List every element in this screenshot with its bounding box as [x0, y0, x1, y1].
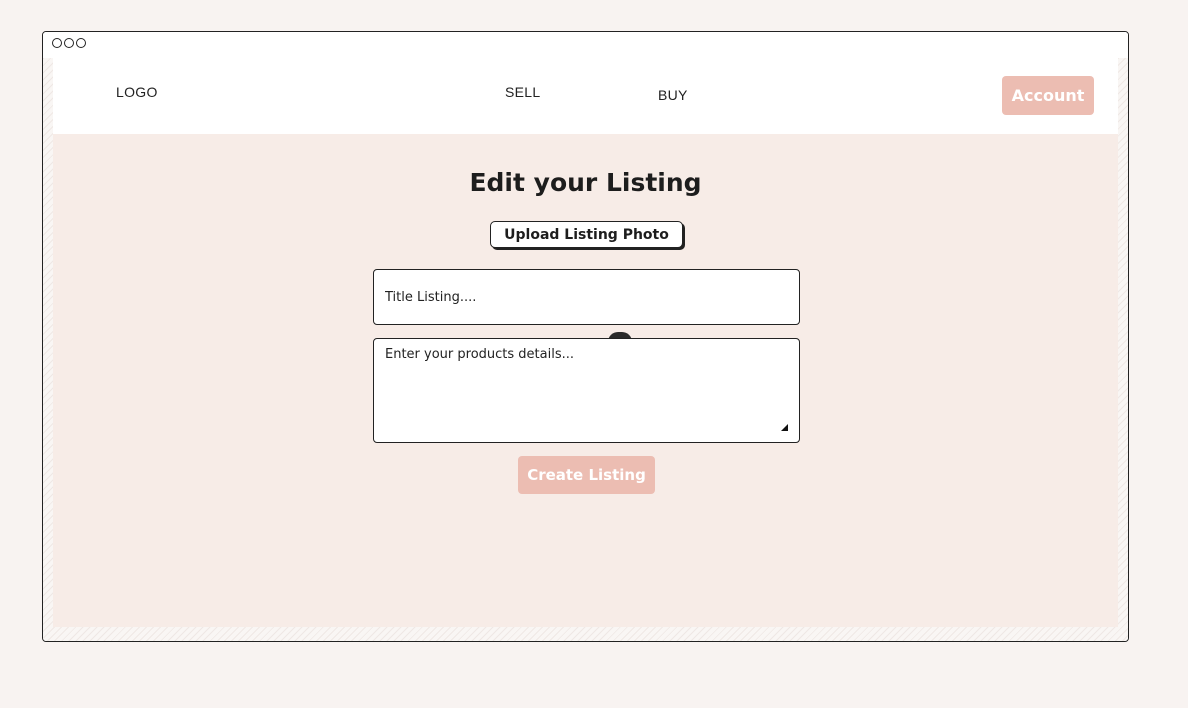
upload-photo-button[interactable]: Upload Listing Photo [490, 221, 683, 248]
page-content: LOGO SELL BUY Account Edit your Listing … [53, 58, 1118, 627]
window-dot-icon[interactable] [76, 38, 86, 48]
nav-link-buy[interactable]: BUY [658, 87, 688, 103]
page-title: Edit your Listing [469, 168, 702, 197]
window-dot-icon[interactable] [52, 38, 62, 48]
details-textarea[interactable] [373, 338, 800, 443]
page-frame: LOGO SELL BUY Account Edit your Listing … [43, 58, 1128, 641]
resize-handle-icon[interactable] [781, 424, 788, 431]
browser-window: LOGO SELL BUY Account Edit your Listing … [42, 31, 1129, 642]
nav-link-sell[interactable]: SELL [505, 84, 540, 100]
title-input[interactable] [373, 269, 800, 325]
navbar: LOGO SELL BUY Account [53, 58, 1118, 134]
create-listing-button[interactable]: Create Listing [518, 456, 655, 494]
account-button[interactable]: Account [1002, 76, 1094, 115]
window-controls [52, 38, 86, 48]
window-dot-icon[interactable] [64, 38, 74, 48]
window-titlebar [43, 32, 1128, 58]
logo: LOGO [116, 84, 158, 100]
